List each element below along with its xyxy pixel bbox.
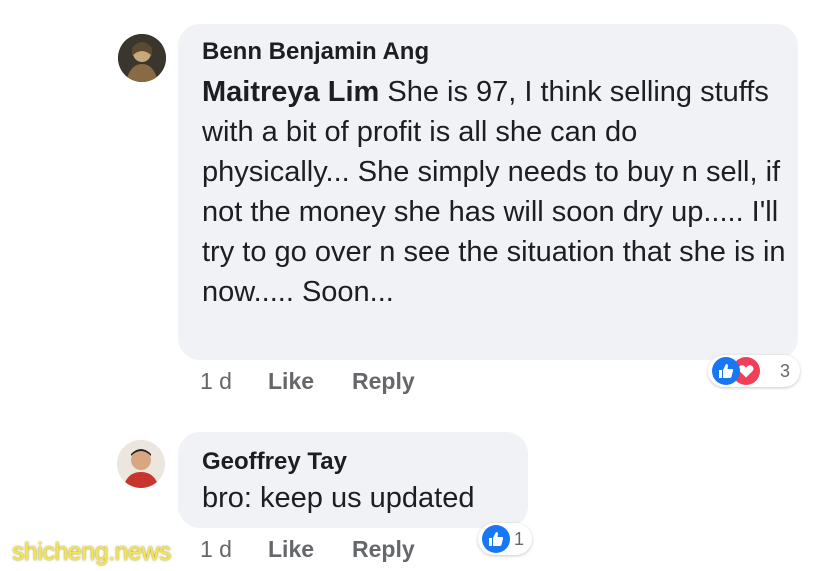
comment-text: bro: keep us updated — [202, 482, 475, 514]
comment-bubble: Benn Benjamin Ang Maitreya Lim She is 97… — [178, 24, 798, 360]
like-button[interactable]: Like — [268, 368, 314, 395]
watermark: shicheng.news — [12, 538, 171, 566]
reaction-count: 1 — [514, 529, 525, 549]
comment-text: Maitreya Lim She is 97, I think selling … — [202, 72, 787, 312]
mention-link[interactable]: Maitreya Lim — [202, 76, 379, 108]
thumbs-up-icon — [712, 357, 740, 385]
avatar[interactable] — [117, 440, 165, 488]
comment-body: She is 97, I think selling stuffs with a… — [202, 76, 786, 308]
like-button[interactable]: Like — [268, 536, 314, 563]
reaction-summary[interactable]: 3 — [708, 355, 800, 387]
avatar[interactable] — [118, 34, 166, 82]
comment-author[interactable]: Geoffrey Tay — [202, 448, 347, 476]
comment-timestamp[interactable]: 1 d — [200, 368, 232, 395]
comment-author[interactable]: Benn Benjamin Ang — [202, 38, 429, 66]
thumbs-up-icon — [482, 525, 510, 553]
comment-timestamp[interactable]: 1 d — [200, 536, 232, 563]
reply-button[interactable]: Reply — [352, 368, 415, 395]
reply-button[interactable]: Reply — [352, 536, 415, 563]
reaction-count: 3 — [780, 361, 791, 381]
comment-bubble: Geoffrey Tay bro: keep us updated — [178, 432, 528, 528]
reaction-summary[interactable]: 1 — [478, 523, 532, 555]
